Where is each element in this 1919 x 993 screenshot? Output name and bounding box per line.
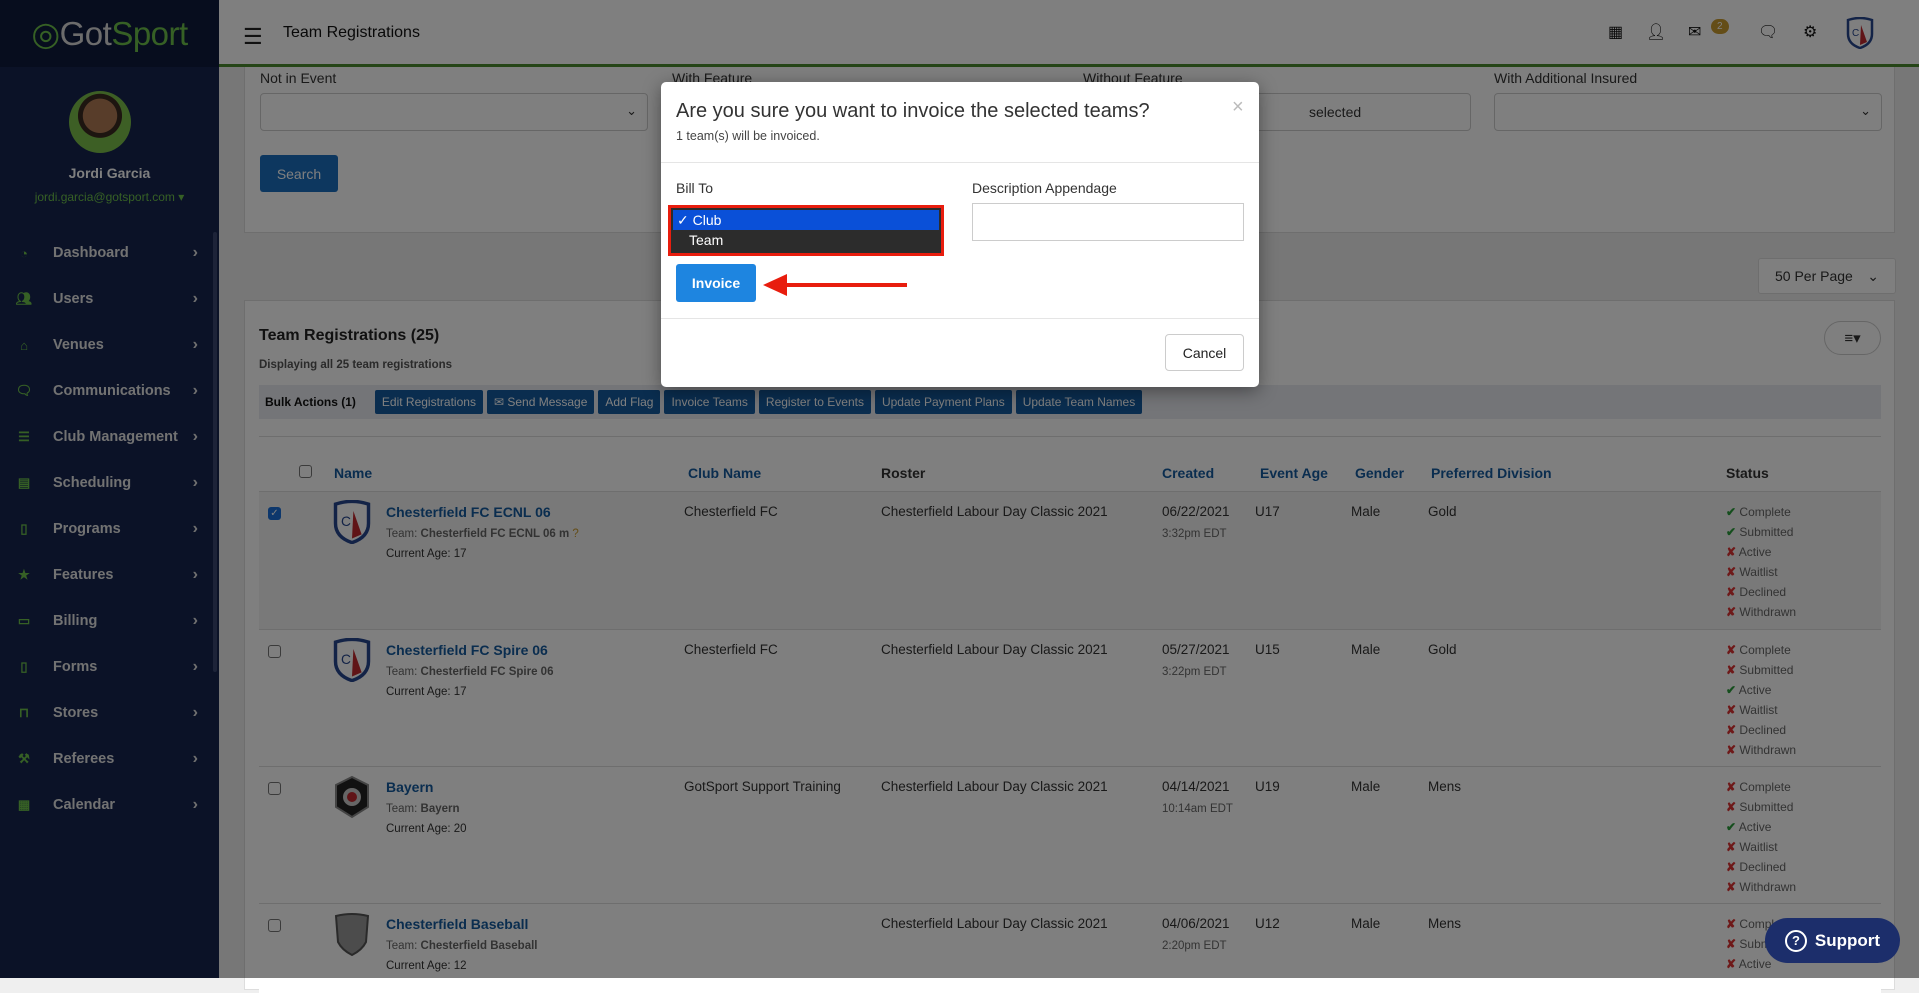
option-label: Team xyxy=(689,232,724,248)
close-icon[interactable]: × xyxy=(1232,96,1244,119)
modal-subtitle: 1 team(s) will be invoiced. xyxy=(676,129,820,143)
divider xyxy=(661,162,1259,163)
cancel-button[interactable]: Cancel xyxy=(1165,334,1244,371)
description-label: Description Appendage xyxy=(972,180,1117,196)
option-label: Club xyxy=(692,212,722,228)
support-label: Support xyxy=(1814,930,1881,950)
modal-title: Are you sure you want to invoice the sel… xyxy=(676,100,1150,122)
bill-to-label: Bill To xyxy=(676,180,714,196)
check-icon: ✓ xyxy=(677,211,693,228)
bill-to-dropdown[interactable]: ✓ Club Team xyxy=(668,205,944,256)
invoice-button[interactable]: Invoice xyxy=(676,264,756,302)
support-button[interactable]: ? Support xyxy=(1765,918,1900,963)
description-appendage-input[interactable] xyxy=(972,203,1244,241)
question-icon: ? xyxy=(1784,929,1807,952)
red-arrow-annotation xyxy=(763,274,907,296)
bill-to-option-club[interactable]: ✓ Club xyxy=(673,210,939,230)
invoice-confirm-modal: Are you sure you want to invoice the sel… xyxy=(661,82,1259,387)
bill-to-option-team[interactable]: Team xyxy=(673,230,939,250)
divider xyxy=(661,318,1259,319)
